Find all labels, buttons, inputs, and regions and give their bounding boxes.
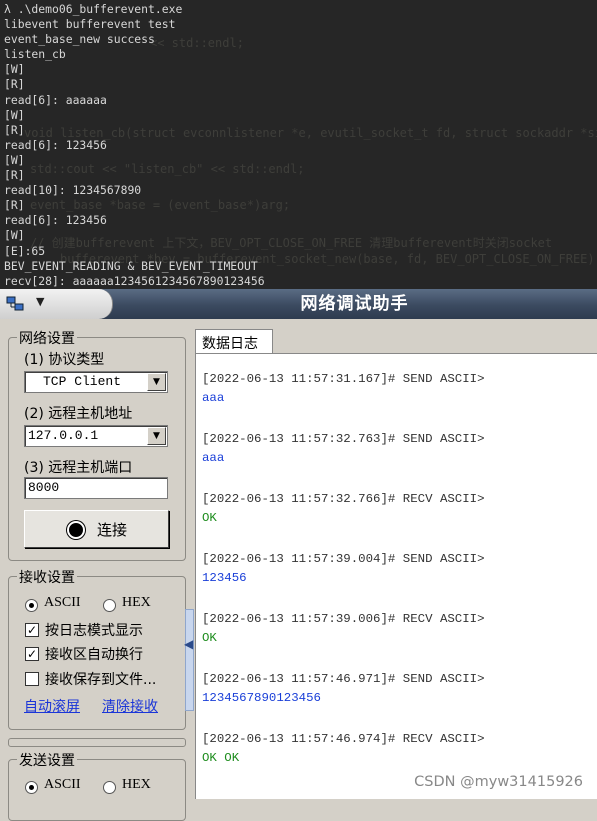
log-entry-body: 123456 — [202, 571, 247, 585]
recv-hex-radio[interactable] — [103, 599, 116, 612]
terminal-line: [R] — [4, 122, 25, 137]
terminal-line: [W] — [4, 107, 25, 122]
terminal-line: read[10]: 1234567890 — [4, 183, 142, 198]
log-entry-header: [2022-06-13 11:57:39.006]# RECV ASCII> — [202, 612, 485, 626]
send-hex-label: HEX — [122, 777, 151, 792]
data-log-panel[interactable]: [2022-06-13 11:57:31.167]# SEND ASCII> aa… — [195, 353, 597, 799]
recv-hex-label: HEX — [122, 595, 151, 610]
log-mode-label: 按日志模式显示 — [45, 623, 143, 639]
log-entry: [2022-06-13 11:57:46.971]# SEND ASCII> 12… — [202, 672, 485, 705]
recv-ascii-radio[interactable] — [25, 599, 38, 612]
terminal-line: listen_cb — [4, 47, 66, 62]
terminal-line: recv[28]: aaaaaa1234561234567890123456 — [4, 273, 265, 288]
tab-data-log-label: 数据日志 — [202, 336, 258, 352]
log-mode-checkbox[interactable]: ✓ — [25, 623, 39, 637]
terminal-line: BEV_EVENT_READING & BEV_EVENT_TIMEOUT — [4, 258, 258, 273]
log-entry-body: OK — [202, 511, 217, 525]
log-entry: [2022-06-13 11:57:39.004]# SEND ASCII> 12… — [202, 552, 485, 585]
window-title: 网络调试助手 — [300, 294, 409, 314]
save-file-checkbox[interactable] — [25, 672, 39, 686]
terminal-line: [W] — [4, 62, 25, 77]
send-ascii-radio[interactable] — [25, 781, 38, 794]
system-menu-button[interactable]: ▼ — [0, 289, 113, 319]
terminal-window[interactable]: << std::endl; void listen_cb(struct evco… — [0, 0, 597, 289]
recv-ascii-label: ASCII — [44, 595, 81, 610]
panel-splitter[interactable] — [185, 609, 194, 711]
send-hex-radio[interactable] — [103, 781, 116, 794]
log-entry-body: aaa — [202, 391, 225, 405]
chevron-left-icon[interactable]: ◀ — [184, 637, 193, 651]
log-entry: [2022-06-13 11:57:32.763]# SEND ASCII> aa… — [202, 432, 485, 465]
terminal-output: λ .\demo06_bufferevent.exe libevent buffe… — [4, 2, 265, 289]
port-value: 8000 — [28, 480, 60, 495]
tab-data-log[interactable]: 数据日志 — [195, 329, 273, 354]
port-input[interactable]: 8000 — [24, 477, 168, 499]
auto-wrap-label: 接收区自动换行 — [45, 647, 143, 663]
log-entry-header: [2022-06-13 11:57:32.766]# RECV ASCII> — [202, 492, 485, 506]
connect-button[interactable]: 连接 — [24, 510, 169, 548]
terminal-line: libevent bufferevent test — [4, 17, 176, 32]
panel-divider — [8, 738, 186, 747]
terminal-line: event_base_new success — [4, 32, 155, 47]
log-entry-body: aaa — [202, 451, 225, 465]
terminal-line: read[6]: aaaaaa — [4, 92, 107, 107]
log-entry-body: OK OK — [202, 751, 240, 765]
log-entry-header: [2022-06-13 11:57:32.763]# SEND ASCII> — [202, 432, 485, 446]
auto-wrap-checkbox[interactable]: ✓ — [25, 647, 39, 661]
terminal-line: [W] — [4, 228, 25, 243]
chevron-down-icon: ▼ — [36, 295, 45, 308]
terminal-line: [R] — [4, 198, 25, 213]
log-entry: [2022-06-13 11:57:32.766]# RECV ASCII> OK — [202, 492, 485, 525]
chevron-down-icon[interactable]: ▼ — [147, 373, 166, 391]
log-entry-header: [2022-06-13 11:57:46.974]# RECV ASCII> — [202, 732, 485, 746]
save-file-label: 接收保存到文件... — [45, 672, 157, 688]
net-settings-title: 网络设置 — [17, 328, 77, 348]
net-assistant-window: ▼ 网络调试助手 网络设置 (1) 协议类型 TCP Client ▼ (2) … — [0, 289, 597, 821]
log-entry: [2022-06-13 11:57:46.974]# RECV ASCII> OK… — [202, 732, 485, 765]
log-entry-header: [2022-06-13 11:57:39.004]# SEND ASCII> — [202, 552, 485, 566]
send-settings-title: 发送设置 — [17, 750, 77, 770]
log-entry: [2022-06-13 11:57:31.167]# SEND ASCII> aa… — [202, 372, 485, 405]
log-entry-header: [2022-06-13 11:57:46.971]# SEND ASCII> — [202, 672, 485, 686]
log-entry-header: [2022-06-13 11:57:31.167]# SEND ASCII> — [202, 372, 485, 386]
send-ascii-label: ASCII — [44, 777, 81, 792]
protocol-label: (1) 协议类型 — [24, 352, 105, 368]
terminal-line: λ .\demo06_bufferevent.exe — [4, 2, 183, 16]
chevron-down-icon[interactable]: ▼ — [147, 427, 166, 445]
log-entry-body: 1234567890123456 — [202, 691, 321, 705]
protocol-value: TCP Client — [43, 374, 122, 389]
watermark: CSDN @myw31415926 — [414, 774, 583, 790]
connect-label: 连接 — [97, 521, 128, 539]
recv-settings-title: 接收设置 — [17, 567, 77, 587]
log-entry: [2022-06-13 11:57:39.006]# RECV ASCII> OK — [202, 612, 485, 645]
network-icon — [6, 296, 24, 311]
terminal-line: read[6]: 123456 — [4, 213, 107, 228]
host-select[interactable]: 127.0.0.1 ▼ — [24, 425, 168, 447]
protocol-select[interactable]: TCP Client ▼ — [24, 371, 168, 393]
log-entry-body: OK — [202, 631, 217, 645]
terminal-line: [R] — [4, 168, 25, 183]
terminal-line: [E]:65 — [4, 243, 46, 258]
host-value: 127.0.0.1 — [28, 428, 99, 443]
host-label: (2) 远程主机地址 — [24, 406, 133, 422]
title-bar[interactable]: ▼ 网络调试助手 — [0, 289, 597, 319]
terminal-line: [R] — [4, 77, 25, 92]
port-label: (3) 远程主机端口 — [24, 460, 133, 476]
auto-scroll-link[interactable]: 自动滚屏 — [24, 696, 80, 716]
connection-status-icon — [67, 521, 85, 539]
clear-recv-link[interactable]: 清除接收 — [102, 696, 158, 716]
terminal-line: [W] — [4, 152, 25, 167]
terminal-line: read[6]: 123456 — [4, 137, 107, 152]
